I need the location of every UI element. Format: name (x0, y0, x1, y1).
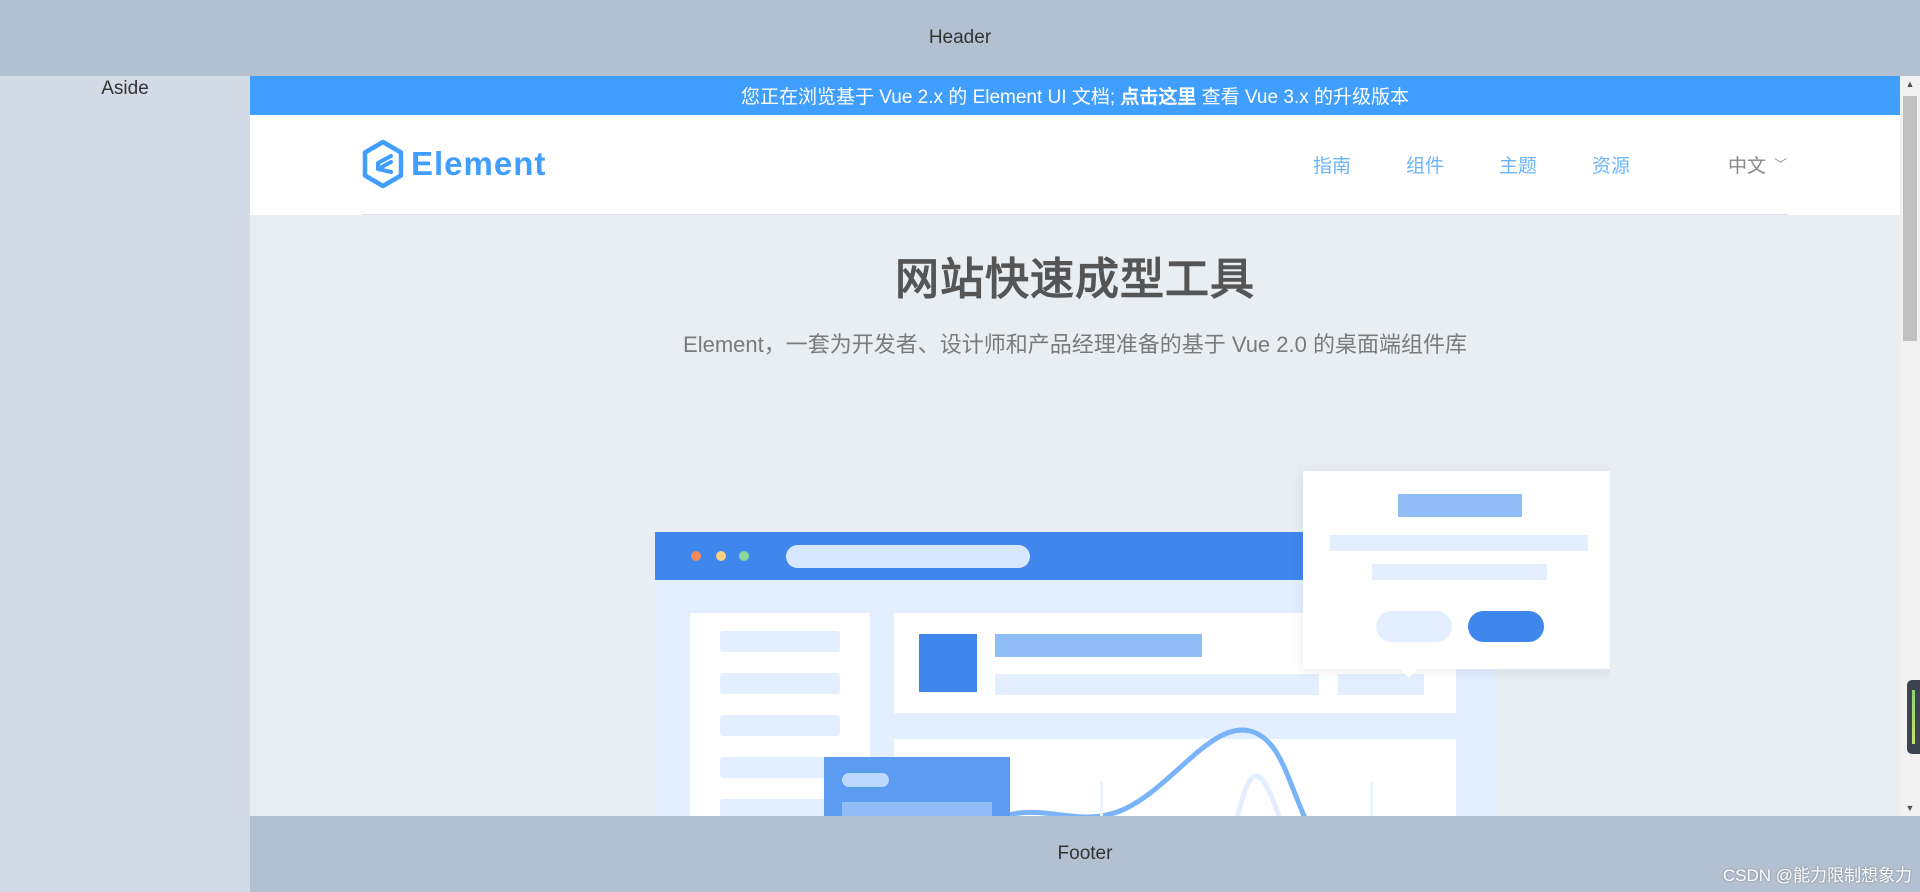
hero-subtitle: Element，一套为开发者、设计师和产品经理准备的基于 Vue 2.0 的桌面… (683, 332, 1467, 357)
nav-link-resources[interactable]: 资源 (1592, 151, 1630, 178)
version-banner: 您正在浏览基于 Vue 2.x 的 Element UI 文档; 点击这里 查看… (250, 76, 1900, 115)
watermark-text: CSDN @能力限制想象力 (1722, 866, 1912, 885)
logo-text: Element (411, 145, 547, 182)
nav-divider (362, 214, 1788, 215)
banner-upgrade-link[interactable]: 点击这里 (1120, 82, 1196, 109)
nav-links: 指南 组件 主题 资源 (1313, 115, 1630, 214)
illus-dot-red (691, 551, 701, 561)
layout-main: 您正在浏览基于 Vue 2.x 的 Element UI 文档; 点击这里 查看… (250, 76, 1920, 816)
chevron-down-icon: ﹀ (1773, 157, 1787, 172)
illus-address-bar (786, 545, 1030, 568)
layout-aside: Aside (0, 76, 250, 892)
layout-header: Header (0, 0, 1920, 76)
footer-label: Footer (1057, 843, 1113, 864)
embedded-page: 您正在浏览基于 Vue 2.x 的 Element UI 文档; 点击这里 查看… (250, 76, 1900, 816)
language-label: 中文 (1727, 156, 1766, 177)
nav-link-components[interactable]: 组件 (1406, 151, 1444, 178)
side-widget-handle[interactable] (1907, 680, 1920, 754)
nav-link-theme[interactable]: 主题 (1499, 151, 1537, 178)
banner-text-after: 查看 Vue 3.x 的升级版本 (1196, 87, 1409, 108)
aside-label: Aside (101, 78, 149, 99)
layout-footer: Footer (250, 816, 1920, 892)
hero-title: 网站快速成型工具 (895, 255, 1255, 304)
nav-link-guide[interactable]: 指南 (1313, 151, 1351, 178)
site-logo[interactable]: Element (361, 139, 546, 189)
scroll-down-arrow-icon[interactable]: ▼ (1900, 800, 1920, 816)
scrollbar-thumb[interactable] (1903, 96, 1917, 341)
banner-text-before: 您正在浏览基于 Vue 2.x 的 Element UI 文档; (741, 87, 1121, 108)
language-dropdown[interactable]: 中文 ﹀ (1728, 115, 1787, 214)
illus-dialog-cancel (1376, 611, 1452, 642)
header-label: Header (928, 27, 992, 48)
hero-section: 网站快速成型工具 Element，一套为开发者、设计师和产品经理准备的基于 Vu… (250, 243, 1900, 359)
element-hexagon-logo-icon (362, 139, 404, 189)
illus-dialog-confirm (1468, 611, 1544, 642)
illus-dot-green (739, 551, 749, 561)
hero-illustration (655, 471, 1610, 816)
site-navbar: Element 指南 组件 主题 资源 中文 ﹀ (250, 115, 1900, 215)
scroll-up-arrow-icon[interactable]: ▲ (1900, 76, 1920, 92)
illus-dot-yellow (716, 551, 726, 561)
